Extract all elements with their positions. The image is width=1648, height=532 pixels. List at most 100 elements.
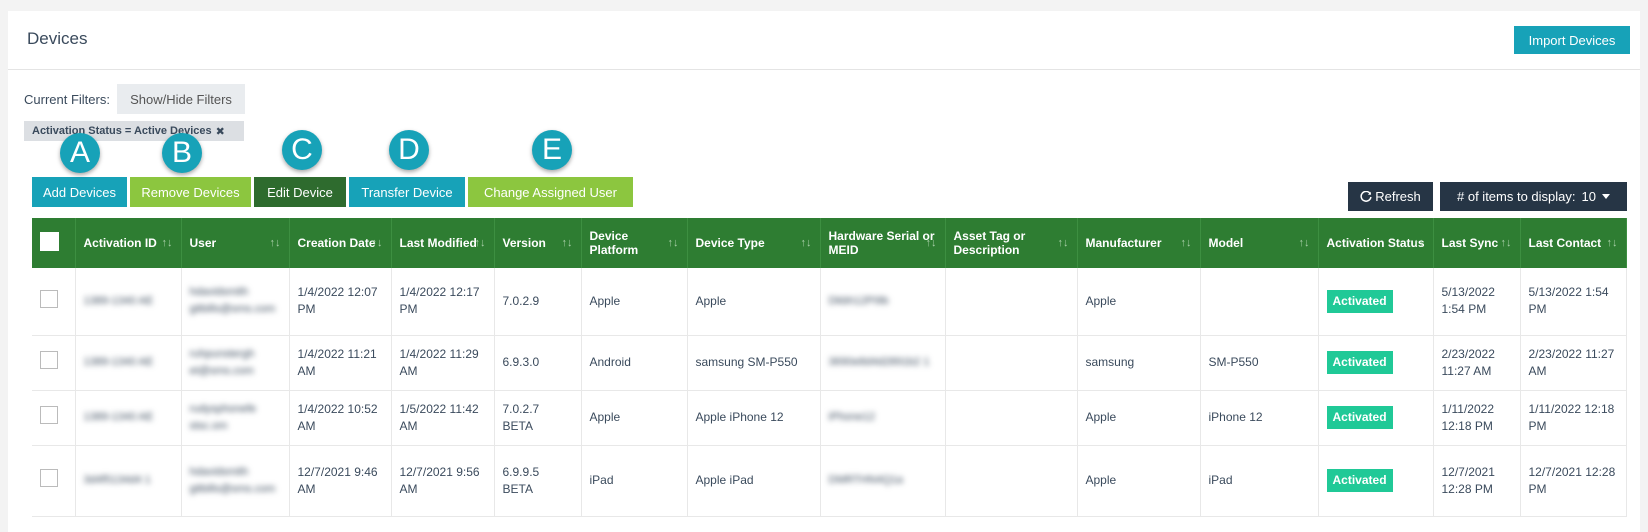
show-hide-filters-button[interactable]: Show/Hide Filters [117,84,245,114]
sort-icon[interactable]: ↑↓ [801,237,812,249]
add-devices-button[interactable]: Add Devices [32,177,127,207]
sort-icon[interactable]: ↑↓ [668,237,679,249]
page-title: Devices [27,29,88,48]
last-modified-cell: 1/4/2022 12:17 PM [391,268,495,336]
table-row[interactable]: 1389-1340 AE hdavidsmith gitbills@sms.co… [32,268,1627,336]
active-filter-chip[interactable]: Activation Status = Active Devices ✖ [24,121,244,141]
column-header[interactable]: Hardware Serial or MEID ↑↓ [820,218,946,268]
activation-id-cell: 1389-1340 AE [75,390,182,446]
model-cell: SM-P550 [1200,335,1319,391]
sort-icon[interactable]: ↑↓ [1414,237,1425,249]
user-cell: hdavidsmith gitbills@sms.com [181,268,290,336]
user-cell: rudysphonefe stsc.om [181,390,290,446]
sort-icon[interactable]: ↑↓ [1181,237,1192,249]
serial-cell: Dkbh12Pi9b [820,268,946,336]
column-header[interactable]: Activation Status ↑↓ [1318,218,1434,268]
model-cell: iPad [1200,445,1319,517]
edit-device-button[interactable]: Edit Device [254,177,346,207]
refresh-icon [1360,190,1372,202]
callout-e: E [532,130,572,170]
devices-table: Activation ID ↑↓ User ↑↓ Creation Date ↑↓ L… [32,218,1627,517]
asset-tag-cell [945,335,1078,391]
callout-b: B [162,133,202,173]
column-header[interactable]: Last Sync ↑↓ [1433,218,1521,268]
platform-cell: Apple [581,268,688,336]
activation-id-cell: 3d4f5134d4 1 [75,445,182,517]
creation-date-cell: 1/4/2022 11:21 AM [289,335,392,391]
last-sync-cell: 12/7/2021 12:28 PM [1433,445,1521,517]
model-cell [1200,268,1319,336]
select-all-checkbox[interactable] [40,232,59,251]
select-all-header[interactable] [32,218,76,268]
device-type-cell: samsung SM-P550 [687,335,821,391]
column-header[interactable]: Device Platform ↑↓ [581,218,688,268]
column-header[interactable]: Manufacturer ↑↓ [1077,218,1201,268]
table-row[interactable]: 1389-1340 AE rudysphonefe stsc.om 1/4/20… [32,390,1627,446]
column-header[interactable]: Activation ID ↑↓ [75,218,182,268]
column-header[interactable]: User ↑↓ [181,218,290,268]
model-cell: iPhone 12 [1200,390,1319,446]
activation-id-cell: 1389-1340 AE [75,268,182,336]
platform-cell: Apple [581,390,688,446]
callout-d: D [389,130,429,170]
serial-cell: 3690e8d4d2891b2 1 [820,335,946,391]
manufacturer-cell: Apple [1077,390,1201,446]
device-type-cell: Apple [687,268,821,336]
transfer-device-button[interactable]: Transfer Device [349,177,465,207]
asset-tag-cell [945,268,1078,336]
manufacturer-cell: Apple [1077,445,1201,517]
items-per-page-value: 10 [1581,189,1596,204]
version-cell: 7.0.2.9 [494,268,582,336]
status-badge: Activated [1326,351,1393,374]
table-row[interactable]: 3d4f5134d4 1 hdavidsmith gitbills@sms.co… [32,445,1627,517]
row-checkbox[interactable] [40,406,58,424]
column-header[interactable]: Creation Date ↑↓ [289,218,392,268]
chevron-down-icon [1601,194,1610,199]
status-badge: Activated [1326,289,1393,313]
import-devices-button[interactable]: Import Devices [1514,26,1630,54]
last-modified-cell: 1/5/2022 11:42 AM [391,390,495,446]
manufacturer-cell: Apple [1077,268,1201,336]
sort-icon[interactable]: ↑↓ [1607,237,1618,249]
sort-icon[interactable]: ↑↓ [926,237,937,249]
sort-icon[interactable]: ↑↓ [475,237,486,249]
sort-icon[interactable]: ↑↓ [1058,237,1069,249]
sort-icon[interactable]: ↑↓ [162,237,173,249]
column-header[interactable]: Asset Tag or Description ↑↓ [945,218,1078,268]
activation-id-cell: 1389-1340 AE [75,335,182,391]
last-sync-cell: 1/11/2022 12:18 PM [1433,390,1521,446]
user-cell: hdavidsmith gitbills@sms.com [181,445,290,517]
remove-filter-icon[interactable]: ✖ [216,125,225,138]
creation-date-cell: 12/7/2021 9:46 AM [289,445,392,517]
items-per-page-dropdown[interactable]: # of items to display: 10 [1440,182,1627,211]
callout-a: A [60,133,100,173]
column-header[interactable]: Last Contact ↑↓ [1520,218,1627,268]
serial-cell: DMRTHN4Q1a [820,445,946,517]
sort-icon[interactable]: ↑↓ [270,237,281,249]
device-type-cell: Apple iPhone 12 [687,390,821,446]
device-type-cell: Apple iPad [687,445,821,517]
column-header[interactable]: Version ↑↓ [494,218,582,268]
remove-devices-button[interactable]: Remove Devices [130,177,251,207]
status-badge: Activated [1326,406,1393,429]
current-filters-label: Current Filters: [24,92,110,107]
refresh-button[interactable]: Refresh [1348,182,1433,211]
change-assigned-user-button[interactable]: Change Assigned User [468,177,633,207]
last-sync-cell: 2/23/2022 11:27 AM [1433,335,1521,391]
version-cell: 6.9.3.0 [494,335,582,391]
sort-icon[interactable]: ↑↓ [1501,237,1512,249]
row-checkbox[interactable] [40,469,58,487]
row-checkbox[interactable] [40,289,58,308]
column-header[interactable]: Device Type ↑↓ [687,218,821,268]
column-header[interactable]: Last Modified ↑↓ [391,218,495,268]
header-divider [8,69,1640,70]
sort-icon[interactable]: ↑↓ [372,237,383,249]
sort-icon[interactable]: ↑↓ [562,237,573,249]
asset-tag-cell [945,445,1078,517]
column-header[interactable]: Model ↑↓ [1200,218,1319,268]
platform-cell: iPad [581,445,688,517]
status-badge: Activated [1326,469,1393,492]
row-checkbox[interactable] [40,351,58,369]
sort-icon[interactable]: ↑↓ [1299,237,1310,249]
table-row[interactable]: 1389-1340 AE ruhpunstergh et@sms.com 1/4… [32,335,1627,391]
